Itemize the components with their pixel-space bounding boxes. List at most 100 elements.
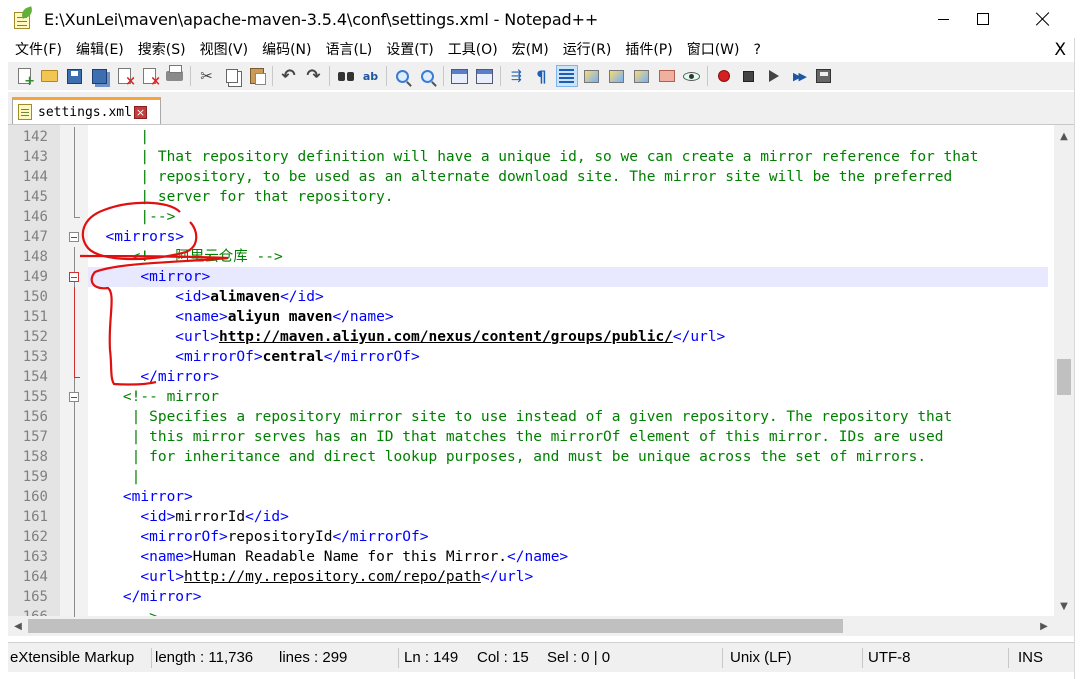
show-all-chars-button[interactable]: ¶: [531, 65, 553, 87]
fold-toggle-icon[interactable]: [69, 272, 79, 282]
code-line[interactable]: | this mirror serves has an ID that matc…: [88, 427, 1048, 447]
scroll-up-icon[interactable]: ▲: [1054, 127, 1074, 145]
toolbar-separator: [329, 66, 330, 86]
menu-help[interactable]: ?: [747, 38, 768, 62]
scroll-down-icon[interactable]: ▼: [1054, 597, 1074, 615]
code-line[interactable]: <!-- 阿里云仓库 -->: [88, 247, 1048, 267]
close-file-button[interactable]: [114, 65, 136, 89]
code-line[interactable]: <name>Human Readable Name for this Mirro…: [88, 547, 1048, 567]
menu-view[interactable]: 视图(V): [193, 38, 256, 62]
menu-window[interactable]: 窗口(W): [680, 38, 747, 62]
menu-edit[interactable]: 编辑(E): [69, 38, 131, 62]
monitoring-button[interactable]: [681, 65, 703, 87]
code-line[interactable]: | server for that repository.: [88, 187, 1048, 207]
stop-macro-button[interactable]: [738, 65, 760, 87]
line-number: 151: [22, 309, 48, 325]
status-divider: [722, 648, 723, 668]
code-line[interactable]: | That repository definition will have a…: [88, 147, 1048, 167]
indent-guide-button[interactable]: [555, 65, 578, 87]
code-line[interactable]: <mirrorOf>central</mirrorOf>: [88, 347, 1048, 367]
code-line[interactable]: <url>http://maven.aliyun.com/nexus/conte…: [88, 327, 1048, 347]
tab-settings-xml[interactable]: settings.xml ×: [12, 97, 161, 124]
menu-search[interactable]: 搜索(S): [131, 38, 193, 62]
code-line[interactable]: <mirrorOf>repositoryId</mirrorOf>: [88, 527, 1048, 547]
notepad-plus-plus-icon[interactable]: [12, 6, 35, 30]
sync-horizontal-button[interactable]: [474, 65, 496, 87]
vertical-scrollbar[interactable]: ▲ ▼: [1054, 125, 1074, 617]
tab-close-icon[interactable]: ×: [133, 105, 147, 119]
code-line[interactable]: | Specifies a repository mirror site to …: [88, 407, 1048, 427]
save-button[interactable]: [64, 65, 86, 87]
zoom-in-button[interactable]: [392, 65, 414, 87]
code-area[interactable]: | | That repository definition will have…: [88, 125, 1048, 617]
copy-button[interactable]: [221, 65, 243, 87]
code-line[interactable]: <id>mirrorId</id>: [88, 507, 1048, 527]
open-file-button[interactable]: [39, 65, 61, 87]
document-map-button[interactable]: [606, 65, 628, 87]
folder-as-workspace-button[interactable]: [656, 65, 678, 87]
zoom-out-button[interactable]: [417, 65, 439, 87]
fold-toggle-icon[interactable]: [69, 392, 79, 402]
find-button[interactable]: [335, 65, 357, 87]
close-all-button[interactable]: [139, 65, 161, 89]
menu-language[interactable]: 语言(L): [319, 38, 380, 62]
close-window-button[interactable]: [1020, 0, 1066, 38]
menu-file[interactable]: 文件(F): [8, 38, 69, 62]
replace-button[interactable]: ab: [360, 65, 382, 87]
menu-macro[interactable]: 宏(M): [505, 38, 556, 62]
menu-tools[interactable]: 工具(O): [441, 38, 505, 62]
code-token: Human Readable Name for this Mirror.: [192, 549, 508, 565]
code-line[interactable]: <name>aliyun maven</name>: [88, 307, 1048, 327]
cut-button[interactable]: ✂: [196, 65, 218, 87]
vertical-scroll-thumb[interactable]: [1057, 359, 1071, 395]
menu-run[interactable]: 运行(R): [556, 38, 619, 62]
undo-button[interactable]: ↶: [278, 65, 300, 87]
code-line[interactable]: <url>http://my.repository.com/repo/path<…: [88, 567, 1048, 587]
redo-button[interactable]: ↷: [303, 65, 325, 87]
scroll-right-icon[interactable]: ▶: [1034, 616, 1054, 636]
new-file-button[interactable]: [14, 65, 36, 89]
horizontal-scrollbar[interactable]: ◀ ▶: [8, 616, 1074, 636]
paste-button[interactable]: [246, 65, 268, 87]
line-number: 146: [22, 209, 48, 225]
menu-encoding[interactable]: 编码(N): [255, 38, 318, 62]
fold-toggle-icon[interactable]: [69, 232, 79, 242]
code-token: </mirrorOf>: [323, 349, 420, 365]
toolbar-separator: [190, 66, 191, 86]
code-line[interactable]: <!-- mirror: [88, 387, 1048, 407]
play-macro-button[interactable]: [763, 65, 785, 87]
horizontal-scroll-thumb[interactable]: [28, 619, 843, 633]
code-line[interactable]: |: [88, 127, 1048, 147]
code-line[interactable]: <id>alimaven</id>: [88, 287, 1048, 307]
code-line[interactable]: | repository, to be used as an alternate…: [88, 167, 1048, 187]
code-line[interactable]: </mirror>: [88, 367, 1048, 387]
close-document-button[interactable]: X: [1054, 38, 1066, 62]
menu-plugins[interactable]: 插件(P): [618, 38, 679, 62]
maximize-button[interactable]: [960, 0, 1006, 38]
user-language-button[interactable]: [581, 65, 603, 87]
code-line[interactable]: <mirror>: [88, 267, 1048, 287]
scroll-left-icon[interactable]: ◀: [8, 616, 28, 636]
editor[interactable]: 142 143 144 145 146 147 148 149 150 151 152 153 154 1…: [8, 124, 1074, 636]
code-line[interactable]: </mirror>: [88, 587, 1048, 607]
code-line[interactable]: <mirrors>: [88, 227, 1048, 247]
code-line[interactable]: |: [88, 467, 1048, 487]
print-button[interactable]: [164, 65, 186, 87]
word-wrap-button[interactable]: ⇶: [506, 65, 528, 87]
record-macro-button[interactable]: [713, 65, 735, 87]
code-line[interactable]: | for inheritance and direct lookup purp…: [88, 447, 1048, 467]
sync-vertical-button[interactable]: [449, 65, 471, 87]
code-token: <mirrorOf>: [88, 529, 228, 545]
function-list-button[interactable]: [631, 65, 653, 87]
code-token: </name>: [507, 549, 569, 565]
save-icon: [67, 68, 82, 84]
save-all-button[interactable]: [89, 65, 111, 87]
run-macro-multiple-button[interactable]: ▶▶: [788, 65, 810, 87]
code-token: <mirrors>: [88, 229, 185, 245]
code-line[interactable]: |-->: [88, 207, 1048, 227]
tab-label: settings.xml: [38, 104, 132, 120]
menu-settings[interactable]: 设置(T): [379, 38, 440, 62]
code-line[interactable]: <mirror>: [88, 487, 1048, 507]
save-macro-button[interactable]: [813, 65, 835, 87]
scissors-icon: ✂: [200, 67, 213, 85]
